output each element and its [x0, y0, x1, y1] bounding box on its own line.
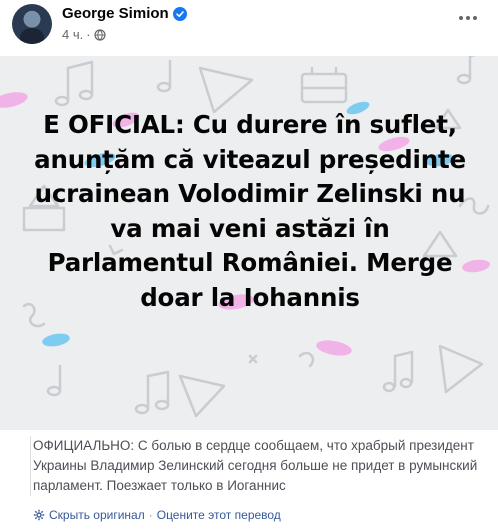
gear-icon[interactable] [33, 509, 45, 521]
verified-icon [172, 6, 187, 21]
post-text: E OFICIAL: Cu durere în suflet, anunțăm … [34, 110, 466, 312]
author-row: George Simion [62, 5, 187, 22]
post-background: E OFICIAL: Cu durere în suflet, anunțăm … [0, 56, 498, 430]
rate-translation-link[interactable]: Оцените этот перевод [157, 508, 281, 522]
meta-separator: · [86, 27, 91, 42]
translation-separator: · [148, 508, 153, 522]
avatar[interactable] [12, 4, 52, 44]
translation-links: Скрыть оригинал · Оцените этот перевод [33, 508, 281, 522]
translation-text: ОФИЦИАЛЬНО: С болью в сердце сообщаем, ч… [33, 438, 478, 493]
more-options-icon[interactable] [456, 10, 480, 26]
hide-original-link[interactable]: Скрыть оригинал [49, 508, 145, 522]
post-header: George Simion 4 ч. · [0, 0, 498, 52]
post-timestamp[interactable]: 4 ч. [62, 27, 83, 42]
globe-icon[interactable] [93, 28, 106, 41]
post-meta: 4 ч. · [62, 27, 106, 42]
author-name[interactable]: George Simion [62, 5, 169, 22]
translation-block: ОФИЦИАЛЬНО: С болью в сердце сообщаем, ч… [30, 436, 490, 496]
